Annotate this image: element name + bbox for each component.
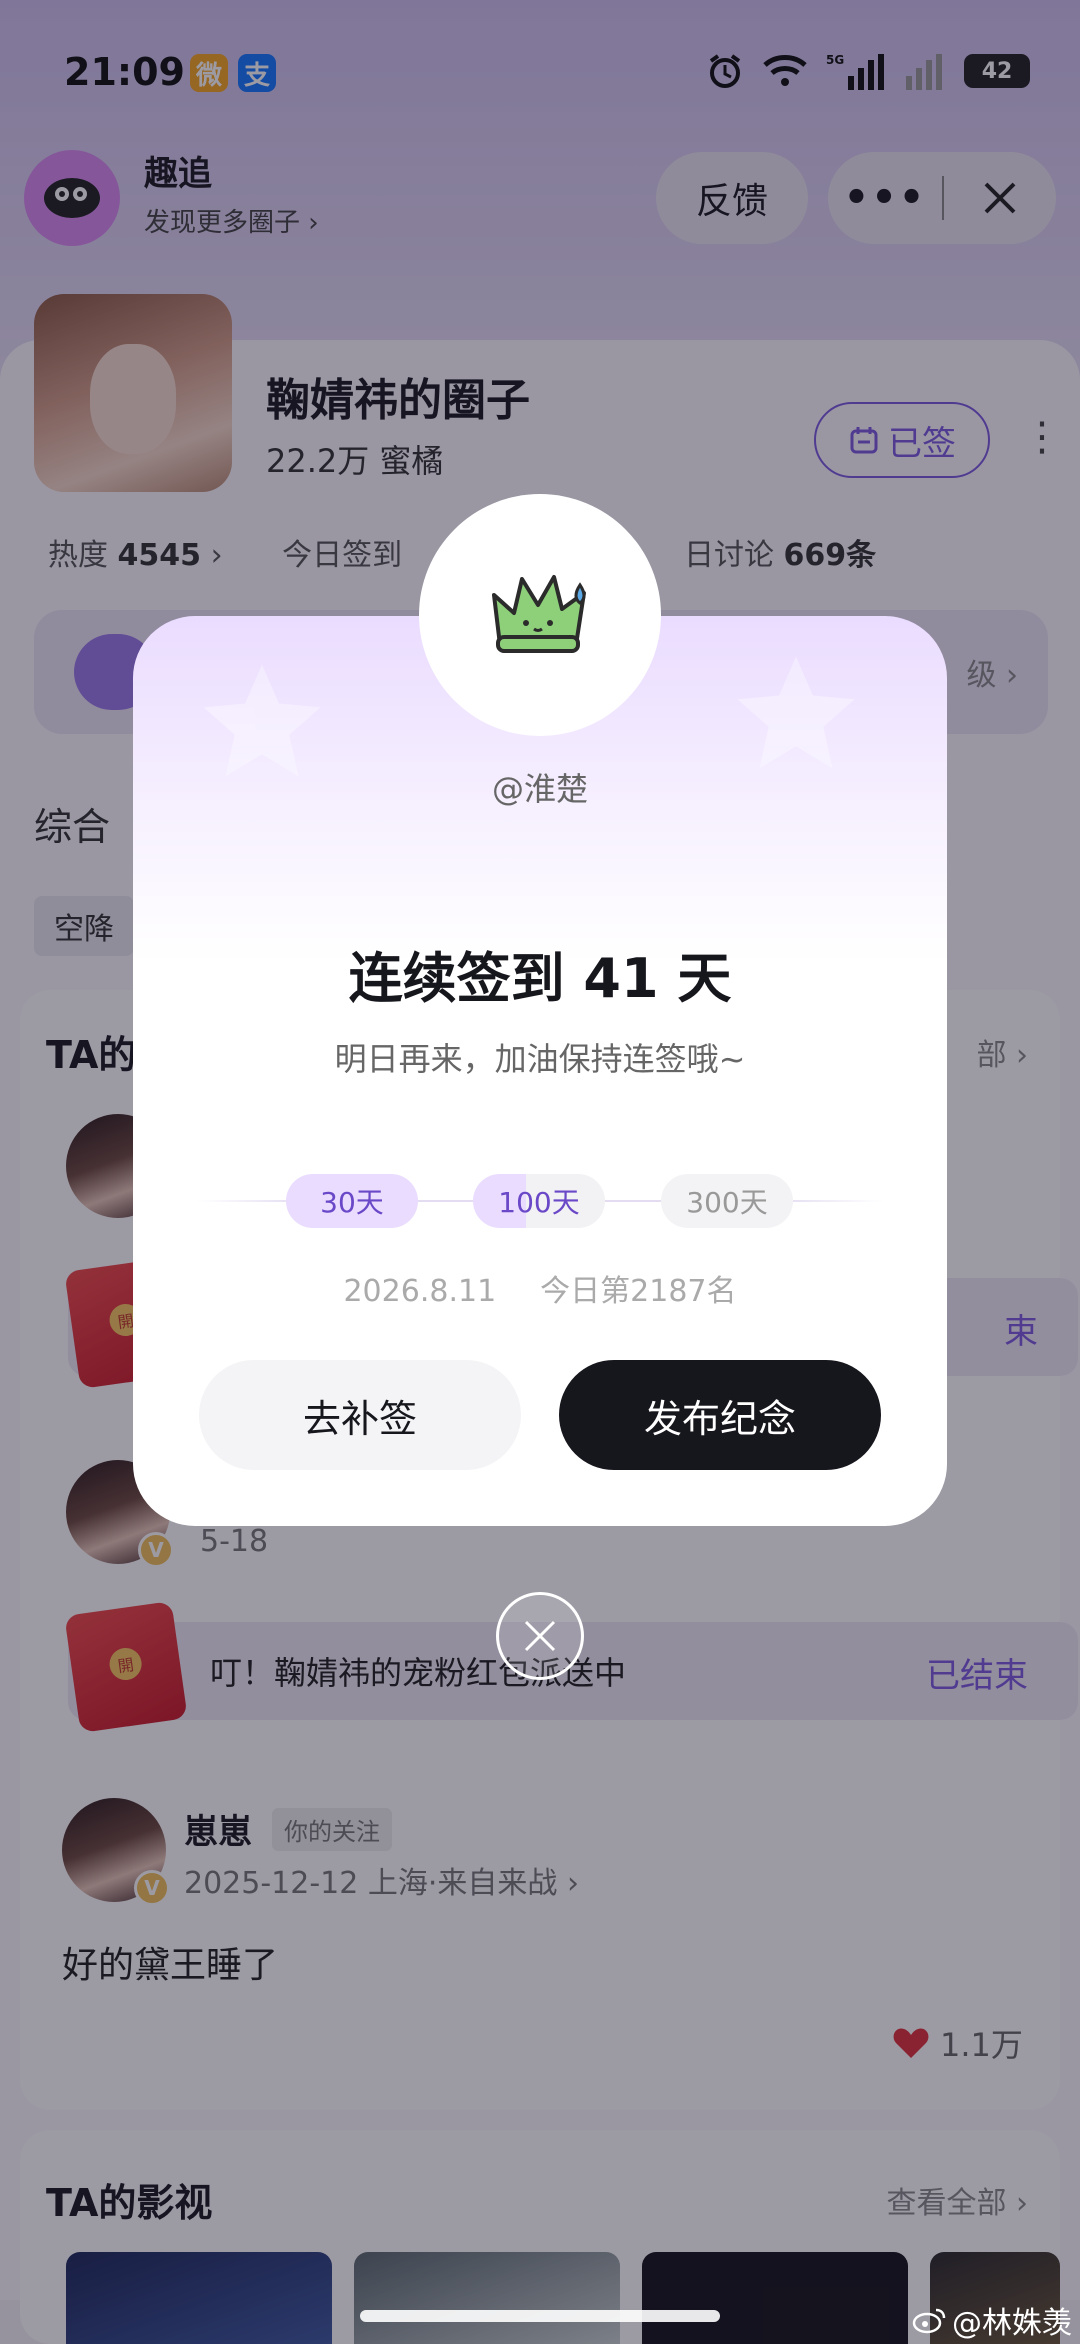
makeup-sign-button[interactable]: 去补签 (199, 1360, 521, 1470)
close-icon (524, 1620, 556, 1652)
watermark-text: @林姝羡 (952, 2306, 1072, 2341)
streak-subtitle: 明日再来，加油保持连签哦~ (334, 1040, 746, 1078)
publish-memorial-button[interactable]: 发布纪念 (559, 1360, 881, 1470)
date-and-rank: 2026.8.11 今日第2187名 (133, 1266, 947, 1310)
sign-in-dialog: @淮楚 连续签到 41 天 明日再来，加油保持连签哦~ 30天 100天 300… (133, 616, 947, 1526)
home-indicator[interactable] (360, 2310, 720, 2322)
streak-title: 连续签到 41 天 (348, 947, 732, 1010)
user-handle: @淮楚 (491, 770, 588, 808)
milestone-30-days: 30天 (286, 1174, 418, 1228)
plant-mascot-icon (492, 575, 586, 653)
weibo-logo-icon (912, 2308, 946, 2334)
sign-rank: 今日第2187名 (540, 1274, 737, 1309)
milestone-300-days: 300天 (661, 1174, 793, 1228)
dialog-close-button[interactable] (496, 1592, 584, 1680)
user-avatar (419, 494, 661, 736)
watermark: @林姝羡 (912, 2298, 1072, 2342)
star-decoration-icon (737, 656, 855, 769)
sign-date: 2026.8.11 (343, 1274, 497, 1309)
milestone-100-days: 100天 (473, 1174, 605, 1228)
